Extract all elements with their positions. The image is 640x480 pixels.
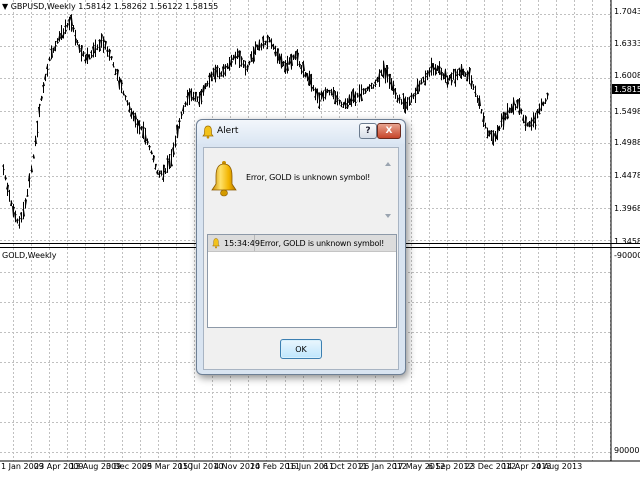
price-bar-open (64, 25, 66, 28)
close-button[interactable]: X (377, 123, 401, 139)
message-scrollbar[interactable] (384, 162, 392, 218)
help-button[interactable]: ? (359, 123, 377, 139)
price-bar-close (499, 127, 501, 129)
price-bar-close (47, 68, 49, 71)
price-bar-close (415, 93, 417, 95)
price-label: 1.44780 (614, 171, 640, 180)
price-bar-open (184, 102, 186, 105)
alert-message: Error, GOLD is unknown symbol! (246, 173, 371, 182)
price-bar-close (543, 102, 545, 105)
price-bar-close (355, 101, 357, 104)
log-row[interactable]: 15:34:49 Error, GOLD is unknown symbol! (208, 235, 396, 252)
ok-button[interactable]: OK (280, 339, 322, 359)
log-message: Error, GOLD is unknown symbol! (260, 239, 385, 248)
price-bar-open (114, 73, 116, 76)
price-bar-open (544, 101, 546, 104)
bell-icon (212, 238, 220, 249)
message-area: Error, GOLD is unknown symbol! (208, 152, 394, 228)
price-bar-close (257, 45, 259, 47)
current-price-label: 1.58155 (614, 85, 640, 94)
price-bar-close (393, 84, 395, 87)
price-bar-close (313, 89, 315, 91)
dialog-client-area: Error, GOLD is unknown symbol! 15:34:49 … (203, 147, 399, 370)
price-bar-close (337, 97, 339, 100)
column-divider (254, 235, 255, 251)
price-bar-open (98, 39, 100, 42)
price-bar-open (32, 155, 34, 158)
sub-scale-bottom-label: 90000000 (614, 446, 640, 455)
price-label: 1.63330 (614, 39, 640, 48)
price-bar-open (362, 88, 364, 91)
price-bar-close (357, 93, 359, 95)
price-bar-close (369, 85, 371, 87)
price-bar-close (363, 92, 365, 94)
price-bar-close (373, 84, 375, 87)
price-bar-close (3, 168, 5, 171)
price-bar-open (246, 66, 248, 68)
price-bar-close (27, 195, 29, 197)
sub-scale-top-label: -9000000 (614, 251, 640, 260)
price-bar-close (535, 124, 537, 126)
dialog-titlebar[interactable]: Alert ? X (197, 120, 405, 144)
price-bar-close (295, 57, 297, 59)
scroll-down-icon[interactable] (385, 214, 391, 218)
price-bar-open (264, 40, 266, 43)
price-bar-close (457, 73, 459, 76)
price-bar-close (125, 95, 127, 98)
price-label: 1.54980 (614, 107, 640, 116)
price-label: 1.39680 (614, 204, 640, 213)
price-bar-open (336, 100, 338, 103)
price-bar-open (56, 40, 58, 43)
price-bar-open (380, 70, 382, 72)
price-bar-open (340, 104, 342, 107)
price-bar-open (108, 55, 110, 58)
price-bar-open (514, 103, 516, 106)
price-bar-close (77, 41, 79, 44)
price-bar-close (189, 89, 191, 91)
price-bar-open (252, 57, 254, 60)
price-bar-open (154, 167, 156, 170)
alert-log-list[interactable]: 15:34:49 Error, GOLD is unknown symbol! (207, 234, 397, 328)
dialog-title: Alert (217, 126, 239, 136)
price-bar-close (399, 97, 401, 99)
price-label: 1.34580 (614, 237, 640, 246)
price-bar-close (183, 105, 185, 107)
scroll-up-icon[interactable] (385, 162, 391, 166)
alert-dialog[interactable]: Alert ? X Error, GOLD is unknown symbol! (196, 119, 406, 375)
sub-window-title: GOLD,Weekly (2, 251, 57, 260)
price-bar-close (11, 202, 13, 204)
price-label: 1.60080 (614, 71, 640, 80)
bell-icon (202, 125, 214, 139)
main-chart-title: ▼ GBPUSD,Weekly 1.58142 1.58262 1.56122 … (2, 2, 218, 11)
price-label: 1.49880 (614, 138, 640, 147)
price-label: 1.70430 (614, 7, 640, 16)
price-bar-open (338, 99, 340, 101)
price-bar-close (115, 73, 117, 75)
time-label: 4 Aug 2013 (536, 462, 582, 471)
price-bar-close (79, 47, 81, 50)
price-bar-open (342, 106, 344, 109)
price-bar-close (235, 56, 237, 59)
price-bar-close (539, 112, 541, 115)
price-bar-close (213, 68, 215, 71)
price-bar-open (166, 158, 168, 160)
bell-icon (211, 161, 237, 197)
